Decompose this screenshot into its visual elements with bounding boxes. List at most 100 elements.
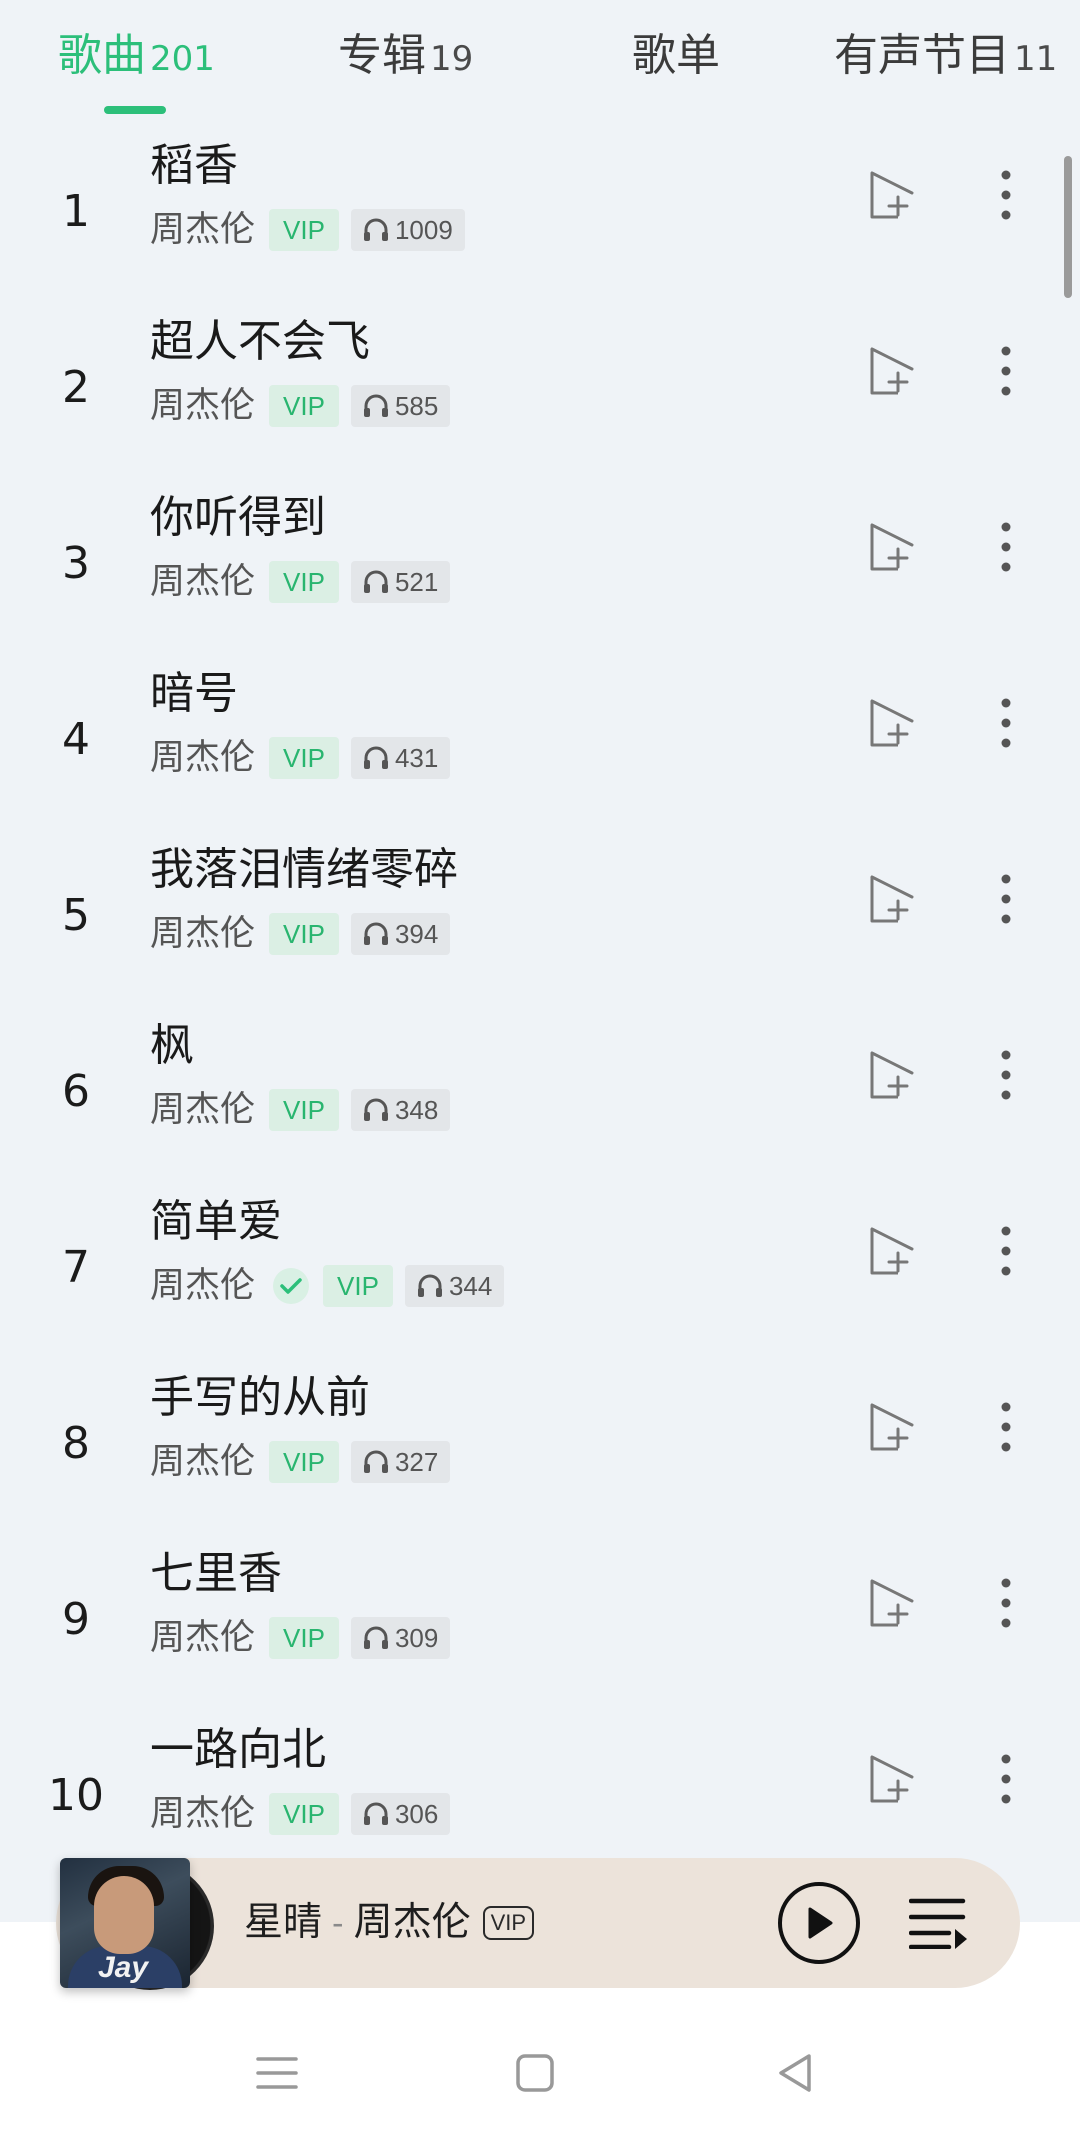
add-to-playlist-button[interactable]	[862, 1392, 922, 1462]
more-options-button[interactable]	[986, 512, 1026, 582]
song-rank: 4	[62, 714, 90, 765]
now-playing-info[interactable]: 星晴 - 周杰伦 VIP	[244, 1888, 535, 1958]
song-rank: 5	[62, 890, 90, 941]
add-to-playlist-icon	[870, 1227, 914, 1275]
add-to-playlist-button[interactable]	[862, 1744, 922, 1814]
song-artist: 周杰伦	[150, 914, 256, 954]
song-row[interactable]: 5 我落泪情绪零碎 周杰伦 VIP 394	[0, 828, 1080, 1004]
song-row[interactable]: 1 稻香 周杰伦 VIP 1009	[0, 124, 1080, 300]
add-to-playlist-icon	[870, 171, 914, 219]
add-to-playlist-icon	[870, 347, 914, 395]
song-title: 超人不会飞	[150, 316, 370, 367]
tab-label: 有声节目	[834, 30, 1010, 81]
more-vertical-icon	[1001, 698, 1011, 748]
more-vertical-icon	[1001, 170, 1011, 220]
system-navigation-bar	[0, 2038, 1080, 2108]
add-to-playlist-button[interactable]	[862, 336, 922, 406]
song-title: 你听得到	[150, 492, 326, 543]
more-options-button[interactable]	[986, 864, 1026, 934]
back-button[interactable]	[765, 2038, 825, 2108]
add-to-playlist-button[interactable]	[862, 1216, 922, 1286]
song-rank: 9	[62, 1594, 90, 1645]
home-button[interactable]	[505, 2038, 565, 2108]
add-to-playlist-button[interactable]	[862, 160, 922, 230]
song-meta: 周杰伦 VIP 306	[150, 1786, 451, 1842]
headphones-icon	[363, 394, 388, 417]
vip-badge: VIP	[269, 913, 339, 955]
add-to-playlist-button[interactable]	[862, 1040, 922, 1110]
play-button[interactable]	[778, 1882, 860, 1964]
tab-label: 歌单	[632, 30, 720, 81]
song-row[interactable]: 6 枫 周杰伦 VIP 348	[0, 1004, 1080, 1180]
more-vertical-icon	[1001, 1754, 1011, 1804]
more-options-button[interactable]	[986, 688, 1026, 758]
tab-playlists[interactable]: 歌单	[632, 24, 724, 88]
add-to-playlist-button[interactable]	[862, 1568, 922, 1638]
home-square-icon	[516, 2054, 554, 2092]
tab-label: 歌曲	[58, 30, 146, 81]
headphones-icon	[363, 1098, 388, 1121]
song-row[interactable]: 2 超人不会飞 周杰伦 VIP 585	[0, 300, 1080, 476]
more-vertical-icon	[1001, 1578, 1011, 1628]
playlist-queue-button[interactable]	[906, 1892, 972, 1954]
vip-badge: VIP	[269, 561, 339, 603]
more-options-button[interactable]	[986, 1216, 1026, 1286]
more-options-button[interactable]	[986, 1040, 1026, 1110]
song-title: 手写的从前	[150, 1372, 370, 1423]
menu-icon	[256, 2057, 298, 2089]
more-options-button[interactable]	[986, 1392, 1026, 1462]
song-row[interactable]: 3 你听得到 周杰伦 VIP 521	[0, 476, 1080, 652]
tab-audio-programs[interactable]: 有声节目 11	[834, 24, 1057, 88]
song-title: 简单爱	[150, 1196, 282, 1247]
add-to-playlist-button[interactable]	[862, 864, 922, 934]
more-options-button[interactable]	[986, 1568, 1026, 1638]
song-artist: 周杰伦	[150, 1618, 256, 1658]
tab-songs[interactable]: 歌曲 201	[58, 24, 215, 88]
add-to-playlist-icon	[870, 523, 914, 571]
headphones-icon	[363, 570, 388, 593]
recents-button[interactable]	[247, 2038, 307, 2108]
song-rank: 2	[62, 362, 90, 413]
play-count: 306	[394, 1799, 439, 1829]
song-row[interactable]: 8 手写的从前 周杰伦 VIP 327	[0, 1356, 1080, 1532]
now-playing-vip-badge: VIP	[482, 1906, 535, 1940]
add-to-playlist-button[interactable]	[862, 512, 922, 582]
song-artist: 周杰伦	[150, 738, 256, 778]
more-options-button[interactable]	[986, 160, 1026, 230]
add-to-playlist-icon	[870, 1403, 914, 1451]
song-row[interactable]: 4 暗号 周杰伦 VIP 431	[0, 652, 1080, 828]
song-meta: 周杰伦 VIP 1009	[150, 202, 465, 258]
playlist-queue-icon	[909, 1898, 967, 1949]
add-to-playlist-icon	[870, 699, 914, 747]
play-count: 585	[394, 391, 439, 421]
add-to-playlist-icon	[870, 875, 914, 923]
now-playing-song: 星晴	[244, 1900, 323, 1945]
song-row[interactable]: 7 简单爱 周杰伦 VIP 344	[0, 1180, 1080, 1356]
album-art[interactable]: Jay	[60, 1858, 190, 1988]
play-count: 348	[394, 1095, 439, 1125]
song-title: 一路向北	[150, 1724, 326, 1775]
more-vertical-icon	[1001, 522, 1011, 572]
add-to-playlist-button[interactable]	[862, 688, 922, 758]
song-row[interactable]: 9 七里香 周杰伦 VIP 309	[0, 1532, 1080, 1708]
play-count: 431	[394, 743, 439, 773]
vip-badge: VIP	[323, 1265, 393, 1307]
now-playing-separator: -	[332, 1904, 344, 1942]
more-options-button[interactable]	[986, 336, 1026, 406]
song-meta: 周杰伦 VIP 344	[150, 1258, 505, 1314]
scrollbar-thumb[interactable]	[1064, 156, 1072, 298]
headphones-icon	[363, 922, 388, 945]
vip-badge: VIP	[269, 1617, 339, 1659]
tab-albums[interactable]: 专辑 19	[338, 24, 473, 88]
song-title: 枫	[150, 1020, 194, 1071]
play-icon	[808, 1907, 833, 1939]
play-count-badge: 348	[350, 1089, 451, 1131]
song-rank: 7	[62, 1242, 90, 1293]
song-rank: 3	[62, 538, 90, 589]
headphones-icon	[363, 746, 388, 769]
song-meta: 周杰伦 VIP 309	[150, 1610, 451, 1666]
tab-count: 11	[1014, 39, 1058, 79]
play-count-badge: 309	[350, 1617, 451, 1659]
more-options-button[interactable]	[986, 1744, 1026, 1814]
category-tabs: 歌曲 201 专辑 19 歌单 有声节目 11	[0, 0, 1080, 128]
